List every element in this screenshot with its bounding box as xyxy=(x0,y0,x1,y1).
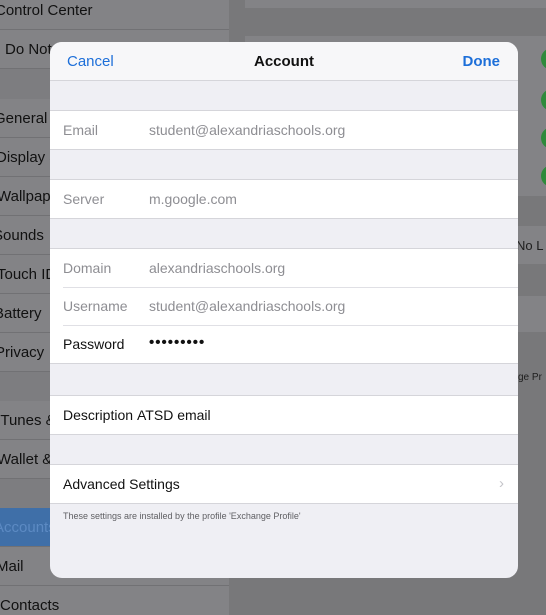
description-group: Description ATSD email xyxy=(50,395,518,435)
sidebar-item-label: General xyxy=(0,110,48,127)
email-group: Email student@alexandriaschools.org xyxy=(50,110,518,150)
email-value[interactable]: student@alexandriaschools.org xyxy=(149,122,345,138)
password-label: Password xyxy=(63,336,125,352)
advanced-settings-row[interactable]: Advanced Settings › xyxy=(50,465,518,503)
sidebar-item-label: Sounds xyxy=(0,227,44,244)
password-field[interactable]: Password ••••••••• xyxy=(50,325,518,363)
advanced-settings-label: Advanced Settings xyxy=(63,476,180,492)
page-title: Account xyxy=(254,53,314,70)
description-field[interactable]: Description ATSD email xyxy=(50,396,518,434)
server-field[interactable]: Server m.google.com xyxy=(50,180,518,218)
account-sheet: Cancel Account Done Email student@alexan… xyxy=(50,42,518,578)
sidebar-item-label: Privacy xyxy=(0,344,45,361)
sidebar-item-label: Battery xyxy=(0,305,42,322)
email-label: Email xyxy=(63,122,99,138)
sidebar-item-label: Contacts xyxy=(0,597,60,614)
server-label: Server xyxy=(63,191,105,207)
navigation-bar: Cancel Account Done xyxy=(50,42,518,81)
sidebar-item-control-center[interactable]: Control Center xyxy=(0,0,229,30)
credentials-group: Domain alexandriaschools.org Username st… xyxy=(50,248,518,364)
advanced-group: Advanced Settings › xyxy=(50,464,518,504)
sidebar-item-label: Control Center xyxy=(0,2,93,19)
username-label: Username xyxy=(63,298,128,314)
description-value[interactable]: ATSD email xyxy=(137,407,211,423)
server-value[interactable]: m.google.com xyxy=(149,191,237,207)
server-group: Server m.google.com xyxy=(50,179,518,219)
sidebar-item-label: Accounts xyxy=(0,519,56,536)
description-label: Description xyxy=(63,407,134,423)
detail-group xyxy=(245,0,546,8)
detail-footnote: ge Pr xyxy=(518,372,542,383)
sidebar-item-contacts[interactable]: Contacts xyxy=(0,586,229,615)
profile-footnote: These settings are installed by the prof… xyxy=(63,511,301,521)
domain-field[interactable]: Domain alexandriaschools.org xyxy=(50,249,518,287)
username-field[interactable]: Username student@alexandriaschools.org xyxy=(50,287,518,325)
domain-label: Domain xyxy=(63,260,112,276)
done-button[interactable]: Done xyxy=(463,53,501,70)
email-field[interactable]: Email student@alexandriaschools.org xyxy=(50,111,518,149)
password-value[interactable]: ••••••••• xyxy=(149,334,205,351)
chevron-right-icon: › xyxy=(499,475,504,492)
detail-text: No L xyxy=(516,238,544,253)
username-value[interactable]: student@alexandriaschools.org xyxy=(149,298,345,314)
domain-value[interactable]: alexandriaschools.org xyxy=(149,260,285,276)
sidebar-item-label: Mail xyxy=(0,558,24,575)
